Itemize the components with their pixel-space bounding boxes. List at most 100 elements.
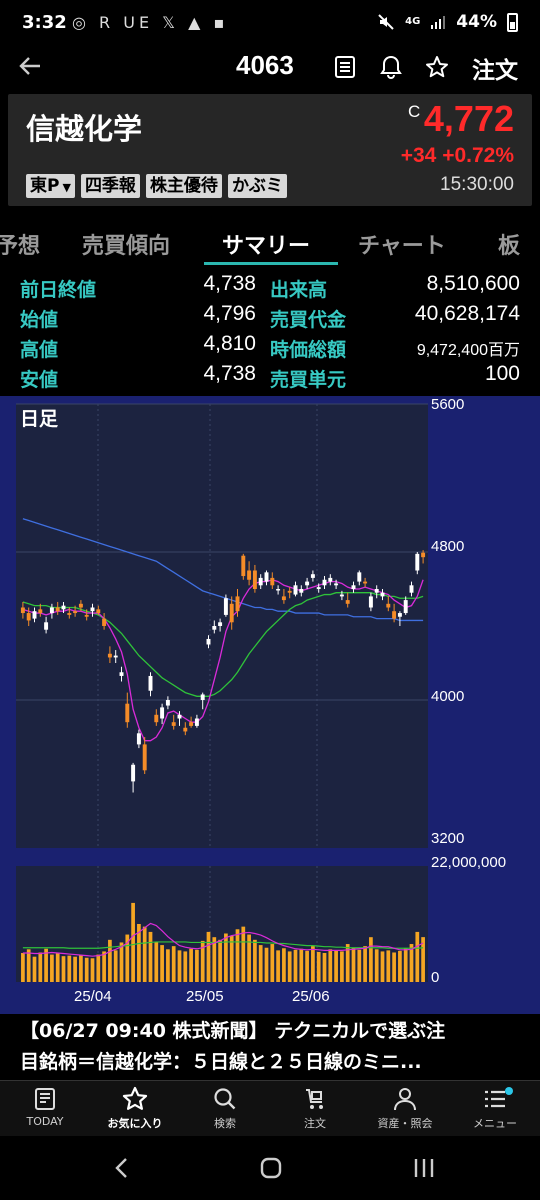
system-recents-icon[interactable] [412,1157,436,1179]
nav-menu[interactable]: メニュー [450,1085,540,1131]
candlestick [293,585,298,595]
network-label: 4G [405,16,421,27]
volume-bar [142,926,147,982]
summary-row: 安値 4,738 売買単元 100 [0,362,540,392]
nav-assets[interactable]: 資産・照会 [360,1085,450,1131]
x-tick-label: 25/06 [292,988,330,1005]
stock-name: 信越化学 [26,112,143,146]
volume-bar [189,948,193,982]
candlestick [154,714,159,723]
star-outline-icon[interactable] [424,54,450,80]
volume-bar [253,939,257,982]
candlestick [328,577,333,582]
candlestick [409,585,414,593]
volume-bar [241,926,246,982]
volume-bar [299,948,304,982]
back-arrow-icon[interactable] [16,52,44,80]
candlestick [142,744,147,771]
candlestick [276,589,281,591]
candlestick [299,589,304,593]
candlestick [136,733,141,745]
candlestick [310,574,315,578]
volume-bar [113,950,118,982]
candlestick [26,613,31,621]
candlestick [357,572,362,582]
system-back-icon[interactable] [112,1156,132,1180]
nav-today[interactable]: TODAY [0,1085,90,1128]
candlestick [334,583,339,586]
tab-summary[interactable]: サマリー [222,228,310,260]
order-link[interactable]: 注文 [472,51,518,85]
summary-label: 前日終値 [20,279,97,301]
candlestick [160,707,165,719]
summary-label: 売買代金 [270,309,347,331]
candlestick [183,727,188,732]
volume-bar [73,956,77,982]
candlestick [415,553,420,571]
nav-search[interactable]: 検索 [180,1085,270,1131]
y-tick-label: 5600 [431,396,465,413]
tab-board[interactable]: 板 [498,228,520,260]
battery-icon [507,12,518,32]
candlestick [264,572,269,582]
system-nav-bar [0,1136,540,1200]
volume-bar [351,947,356,982]
kabumi-button[interactable]: かぶミ [227,174,287,198]
candlestick [252,570,257,589]
candlestick [102,618,107,626]
current-price: 4,772 [423,98,514,139]
candlestick [200,694,205,700]
document-icon[interactable] [332,54,358,80]
candlestick [107,653,112,658]
candlestick [287,590,292,593]
volume-bar [398,950,402,982]
bell-icon[interactable] [378,54,404,80]
stock-card: 信越化学 C 4,772 +34 +0.72% 東P ▼ 四季報 株主優待 かぶミ… [8,94,532,206]
volume-bar [328,949,333,982]
candlestick [316,587,321,589]
volume-bar [316,951,321,982]
summary-value: 4,796 [203,302,256,325]
candlestick [96,609,101,614]
summary-label: 高値 [20,339,59,361]
summary-value: 100 [484,362,520,385]
volume-bar [282,948,286,982]
nav-favorites[interactable]: お気に入り [90,1085,180,1131]
volume-bar [61,956,66,982]
market-select[interactable]: 東P ▼ [26,174,75,198]
volume-tick-label: 0 [431,969,440,986]
tab-chart[interactable]: チャート [358,228,446,260]
volume-bar [224,933,228,982]
tab-trading-trend[interactable]: 売買傾向 [82,228,170,260]
shareholder-benefit-button[interactable]: 株主優待 [145,174,222,198]
candlestick [403,600,408,614]
volume-bar [160,945,164,982]
candlestick [61,605,66,610]
candlestick [218,622,223,626]
stock-chart[interactable]: 日足 5600 4800 4000 3200 22,000,000 0 25/0… [0,396,540,1014]
volume-bar [380,951,385,982]
candlestick [374,589,379,593]
volume-bar [287,951,292,982]
system-home-icon[interactable] [259,1156,283,1180]
nav-order[interactable]: 注文 [270,1085,360,1131]
volume-bar [131,902,135,982]
volume-tick-label: 22,000,000 [431,854,507,871]
candlestick [368,596,373,608]
candlestick [49,607,54,614]
volume-bar [206,931,211,982]
summary-value: 8,510,600 [426,272,520,295]
candlestick [189,722,194,726]
notification-icons: ◎ R UE 𝕏 ▲ ▪ [72,13,229,32]
stock-code: 4063 [236,50,294,80]
tab-forecast[interactable]: 予想 [0,228,40,260]
volume-bar [415,931,420,982]
candlestick [339,594,344,597]
status-right: 4G 44% [377,12,518,32]
volume-bar [108,939,112,982]
volume-bar [322,953,327,982]
shikiho-button[interactable]: 四季報 [80,174,140,198]
news-icon [35,1088,55,1110]
summary-label: 始値 [20,309,59,331]
news-ticker[interactable]: 【06/27 09:40 株式新聞】 テクニカルで選ぶ注 目銘柄＝信越化学：５日… [0,1014,540,1080]
